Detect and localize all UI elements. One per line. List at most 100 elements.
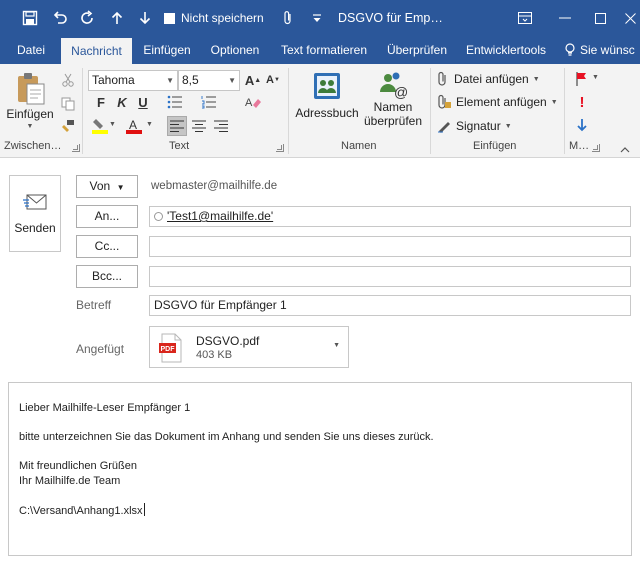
no-save-toggle[interactable]: Nicht speichern bbox=[164, 0, 264, 36]
clear-formatting-icon[interactable]: A bbox=[245, 94, 261, 110]
send-button[interactable]: Senden bbox=[9, 175, 61, 252]
follow-up-dropdown-icon[interactable]: ▼ bbox=[592, 74, 599, 81]
signature-button[interactable]: Signatur ▼ bbox=[437, 116, 512, 136]
numbering-icon[interactable] bbox=[201, 94, 217, 110]
bold-button[interactable]: F bbox=[92, 93, 110, 111]
attach-file-dropdown-icon[interactable]: ▼ bbox=[533, 76, 540, 83]
align-right-icon[interactable] bbox=[212, 117, 230, 135]
addressbook-icon bbox=[314, 73, 340, 99]
tab-review[interactable]: Überprüfen bbox=[382, 36, 452, 64]
paste-button[interactable]: Einfügen ▼ bbox=[6, 72, 54, 130]
arrow-down-icon[interactable] bbox=[134, 0, 156, 36]
low-importance-icon[interactable] bbox=[574, 117, 590, 133]
to-recipient[interactable]: 'Test1@mailhilfe.de' bbox=[167, 209, 273, 223]
tab-options[interactable]: Optionen bbox=[204, 36, 266, 64]
attach-item-icon bbox=[438, 94, 451, 109]
attachment-item[interactable]: PDF DSGVO.pdf 403 KB ▼ bbox=[149, 326, 349, 368]
font-size-value: 8,5 bbox=[182, 73, 199, 87]
ribbon-display-icon[interactable] bbox=[510, 0, 540, 36]
tags-launcher-icon[interactable] bbox=[592, 144, 600, 152]
paperclip-icon[interactable] bbox=[280, 0, 296, 36]
from-button-label: Von bbox=[89, 179, 111, 193]
message-body[interactable]: Lieber Mailhilfe-Leser Empfänger 1 bitte… bbox=[8, 382, 632, 556]
font-size-box[interactable]: 8,5 ▼ bbox=[178, 70, 240, 91]
undo-icon[interactable] bbox=[48, 0, 72, 36]
signature-icon bbox=[438, 122, 450, 133]
tab-insert[interactable]: Einfügen bbox=[138, 36, 196, 64]
svg-text:A: A bbox=[129, 118, 137, 132]
signature-dropdown-icon[interactable]: ▼ bbox=[505, 123, 512, 130]
align-left-icon[interactable] bbox=[167, 116, 187, 136]
italic-button[interactable]: K bbox=[113, 93, 131, 111]
attach-file-label: Datei anfügen bbox=[454, 72, 529, 86]
bcc-button[interactable]: Bcc... bbox=[76, 265, 138, 288]
bcc-field[interactable] bbox=[149, 266, 631, 287]
signature-label: Signatur bbox=[456, 119, 501, 133]
font-name-box[interactable]: Tahoma ▼ bbox=[88, 70, 178, 91]
font-color-dropdown-icon[interactable]: ▼ bbox=[146, 121, 153, 128]
bullets-icon[interactable] bbox=[167, 94, 183, 110]
title-bar: Nicht speichern DSGVO für Emp… bbox=[0, 0, 640, 36]
underline-button[interactable]: U bbox=[134, 93, 152, 111]
check-names-button[interactable]: @ Namen überprüfen bbox=[362, 70, 424, 128]
check-names-label-2: überprüfen bbox=[363, 114, 423, 128]
send-icon bbox=[23, 194, 47, 209]
attached-label: Angefügt bbox=[76, 342, 125, 356]
copy-icon[interactable] bbox=[60, 96, 76, 112]
follow-up-flag-icon[interactable] bbox=[574, 71, 590, 87]
attachment-size: 403 KB bbox=[196, 349, 233, 361]
font-size-dropdown-icon[interactable]: ▼ bbox=[228, 71, 236, 90]
attachment-dropdown-icon[interactable]: ▼ bbox=[333, 342, 340, 349]
from-address: webmaster@mailhilfe.de bbox=[151, 180, 278, 192]
minimize-icon[interactable] bbox=[550, 0, 580, 36]
paperclip-icon bbox=[438, 71, 446, 86]
arrow-up-icon[interactable] bbox=[106, 0, 128, 36]
shrink-font-icon[interactable]: A ▼ bbox=[264, 71, 282, 89]
redo-icon[interactable] bbox=[76, 0, 100, 36]
addressbook-button[interactable]: Adressbuch bbox=[294, 70, 360, 120]
text-launcher-icon[interactable] bbox=[276, 144, 284, 152]
highlight-dropdown-icon[interactable]: ▼ bbox=[109, 121, 116, 128]
paste-label: Einfügen bbox=[6, 107, 54, 121]
checkbox-icon[interactable] bbox=[164, 12, 175, 24]
tell-me-box[interactable]: Sie wünsc bbox=[564, 36, 635, 64]
to-button[interactable]: An... bbox=[76, 205, 138, 228]
svg-text:A: A bbox=[245, 97, 253, 109]
tab-file[interactable]: Datei bbox=[8, 36, 54, 64]
clipboard-launcher-icon[interactable] bbox=[72, 144, 80, 152]
subject-label: Betreff bbox=[76, 298, 112, 312]
tags-group-label: M… bbox=[569, 140, 590, 152]
font-name-dropdown-icon[interactable]: ▼ bbox=[166, 71, 174, 90]
addressbook-label: Adressbuch bbox=[295, 106, 359, 120]
to-field[interactable]: 'Test1@mailhilfe.de' bbox=[149, 206, 631, 227]
tab-format-text[interactable]: Text formatieren bbox=[274, 36, 374, 64]
attach-file-button[interactable]: Datei anfügen ▼ bbox=[437, 69, 540, 89]
attach-item-dropdown-icon[interactable]: ▼ bbox=[551, 99, 558, 106]
cut-icon[interactable] bbox=[60, 72, 76, 88]
subject-field[interactable]: DSGVO für Empfänger 1 bbox=[149, 295, 631, 316]
attach-item-button[interactable]: Element anfügen ▼ bbox=[437, 92, 558, 112]
cc-field[interactable] bbox=[149, 236, 631, 257]
names-group-label: Namen bbox=[341, 140, 377, 152]
align-center-icon[interactable] bbox=[190, 117, 208, 135]
save-icon[interactable] bbox=[18, 0, 42, 36]
font-color-icon[interactable]: A bbox=[126, 118, 142, 134]
body-request: bitte unterzeichnen Sie das Dokument im … bbox=[19, 431, 434, 443]
highlight-icon[interactable] bbox=[92, 118, 108, 134]
customize-toolbar-icon[interactable] bbox=[310, 0, 324, 36]
format-painter-icon[interactable] bbox=[60, 118, 76, 134]
high-importance-icon[interactable]: ! bbox=[574, 94, 590, 111]
close-icon[interactable] bbox=[620, 0, 640, 36]
body-greeting: Lieber Mailhilfe-Leser Empfänger 1 bbox=[19, 402, 191, 414]
maximize-icon[interactable] bbox=[585, 0, 615, 36]
collapse-ribbon-icon[interactable] bbox=[617, 142, 633, 158]
cc-button[interactable]: Cc... bbox=[76, 235, 138, 258]
paste-dropdown-icon[interactable]: ▼ bbox=[27, 123, 34, 130]
grow-font-icon[interactable]: A ▲ bbox=[244, 71, 262, 89]
svg-text:PDF: PDF bbox=[161, 346, 176, 353]
from-dropdown-icon: ▼ bbox=[116, 183, 125, 192]
clipboard-icon bbox=[18, 73, 45, 105]
from-button[interactable]: Von ▼ bbox=[76, 175, 138, 198]
tab-developer[interactable]: Entwicklertools bbox=[460, 36, 552, 64]
tab-message[interactable]: Nachricht bbox=[61, 38, 132, 64]
